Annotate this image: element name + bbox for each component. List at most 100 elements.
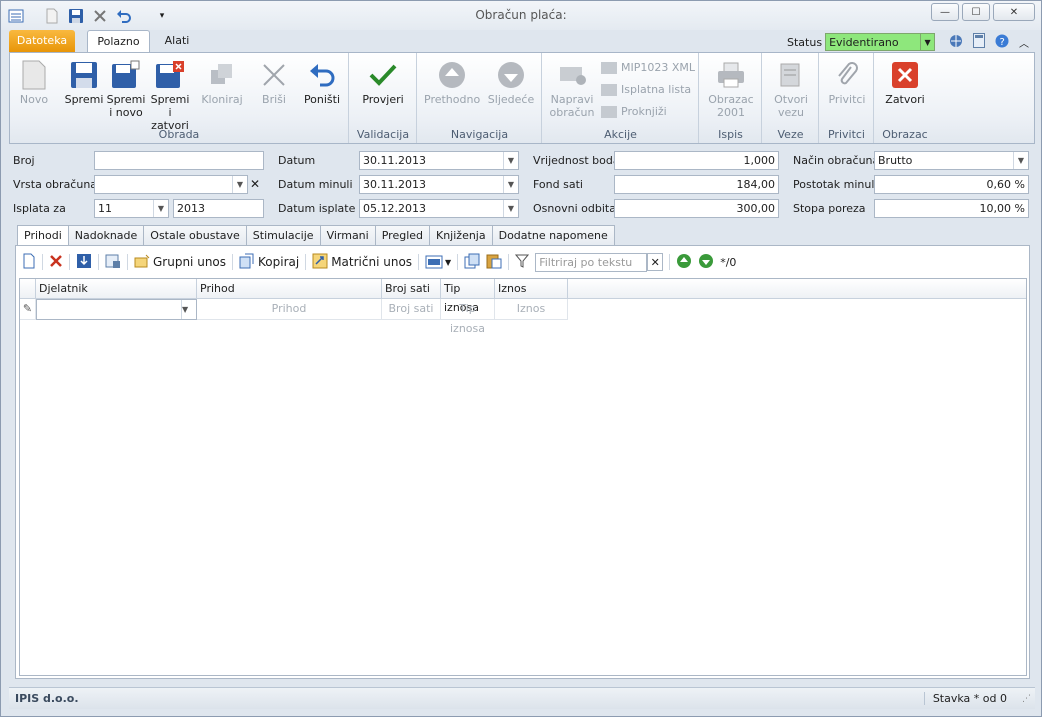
tab-virmani[interactable]: Virmani xyxy=(320,225,376,246)
matricni-unos-button[interactable]: Matrični unos xyxy=(312,253,412,272)
move-up-icon[interactable] xyxy=(676,253,692,272)
chevron-down-icon[interactable]: ▼ xyxy=(232,176,247,193)
novo-button[interactable]: Novo xyxy=(16,57,52,106)
zatvori-button[interactable]: Zatvori xyxy=(881,57,929,106)
napravi-obracun-button[interactable]: Napravi obračun xyxy=(547,57,597,119)
spremi-i-novo-button[interactable]: Spremi i novo xyxy=(106,57,146,119)
export-xls-icon[interactable]: ▼ xyxy=(425,255,451,269)
column-header-djelatnik[interactable]: Djelatnik xyxy=(36,279,197,299)
filter-icon[interactable] xyxy=(515,253,530,272)
datum-minuli-input[interactable]: 30.11.2013 ▼ xyxy=(359,175,519,194)
fond-sati-input[interactable]: 184,00 xyxy=(614,175,779,194)
vrsta-combo[interactable]: ▼ xyxy=(94,175,248,194)
datum-input[interactable]: 30.11.2013 ▼ xyxy=(359,151,519,170)
tab-dodatne-napomene[interactable]: Dodatne napomene xyxy=(492,225,615,246)
chevron-down-icon[interactable]: ▼ xyxy=(503,176,518,193)
group-label: Ispis xyxy=(718,128,743,141)
broj-input[interactable] xyxy=(94,151,264,170)
isplata-year-input[interactable]: 2013 xyxy=(173,199,264,218)
save-icon xyxy=(68,59,100,91)
filter-input[interactable]: Filtriraj po tekstu xyxy=(535,252,648,272)
datum-value: 30.11.2013 xyxy=(363,154,426,167)
status-label: Status xyxy=(787,35,823,49)
brisi-button[interactable]: Briši xyxy=(256,57,292,106)
close-window-button[interactable]: ✕ xyxy=(993,3,1035,21)
tab-datoteka[interactable]: Datoteka xyxy=(9,30,75,52)
stopa-poreza-input[interactable]: 10,00 % xyxy=(874,199,1029,218)
sljedece-button[interactable]: Sljedeće xyxy=(484,57,538,106)
chevron-down-icon[interactable]: ▼ xyxy=(153,200,168,217)
privitci-button[interactable]: Privitci xyxy=(824,57,870,106)
close-icon xyxy=(889,59,921,91)
chevron-down-icon[interactable]: ▼ xyxy=(1013,152,1028,169)
ponisti-button[interactable]: Poništi xyxy=(300,57,344,106)
clear-filter-icon[interactable]: ✕ xyxy=(647,253,664,271)
delete-row-icon[interactable] xyxy=(49,254,63,271)
prihodi-grid: Djelatnik Prihod Broj sati Tip iznosa Iz… xyxy=(19,278,1027,676)
group-veze: Otvori vezu Veze xyxy=(763,53,819,143)
tab-pregled[interactable]: Pregled xyxy=(375,225,430,246)
clear-icon[interactable]: ✕ xyxy=(250,177,260,191)
obrazac-2001-button[interactable]: Obrazac 2001 xyxy=(704,57,758,119)
maximize-button[interactable]: ☐ xyxy=(962,3,990,21)
minimize-button[interactable]: — xyxy=(931,3,959,21)
nacin-combo[interactable]: Brutto ▼ xyxy=(874,151,1029,170)
grupni-unos-button[interactable]: Grupni unos xyxy=(134,254,226,271)
djelatnik-combo[interactable]: ▼ xyxy=(36,299,197,320)
import-icon[interactable] xyxy=(76,253,92,272)
mip-xml-button[interactable]: MIP1023 XML xyxy=(601,61,695,74)
chevron-down-icon[interactable]: ▼ xyxy=(503,200,518,217)
tab-prihodi[interactable]: Prihodi xyxy=(17,225,69,247)
tab-ostale-obustave[interactable]: Ostale obustave xyxy=(144,225,247,246)
page-tabs: Prihodi Nadoknade Ostale obustave Stimul… xyxy=(17,225,615,247)
paste-icon[interactable] xyxy=(486,253,502,272)
tab-alati[interactable]: Alati xyxy=(156,30,198,52)
osnovni-odbitak-input[interactable]: 300,00 xyxy=(614,199,779,218)
group-akcije: Napravi obračun MIP1023 XML Isplatna lis… xyxy=(543,53,699,143)
new-row-icon[interactable] xyxy=(22,253,36,272)
collapse-ribbon-icon[interactable]: ︿ xyxy=(1019,35,1029,50)
calculator-icon[interactable] xyxy=(973,33,985,51)
tab-knjizenja[interactable]: Knjiženja xyxy=(430,225,493,246)
column-header-tip-iznosa[interactable]: Tip iznosa xyxy=(441,279,495,314)
copy-rows-icon[interactable] xyxy=(464,253,480,272)
tab-polazno[interactable]: Polazno xyxy=(87,30,150,53)
status-combo[interactable]: Evidentirano ▼ xyxy=(825,33,936,51)
iznos-cell[interactable]: Iznos xyxy=(495,299,568,320)
broj-sati-cell[interactable]: Broj sati xyxy=(382,299,441,320)
provjeri-button[interactable]: Provjeri xyxy=(358,57,408,106)
edit-pencil-icon: ✎ xyxy=(20,299,36,320)
spremi-i-zatvori-button[interactable]: Spremi i zatvori xyxy=(148,57,192,132)
resize-grip-icon[interactable]: ⋰ xyxy=(1022,694,1031,704)
chevron-down-icon[interactable]: ▼ xyxy=(445,258,451,267)
globe-icon[interactable] xyxy=(949,34,963,51)
chevron-down-icon[interactable]: ▼ xyxy=(181,300,196,319)
clone-icon xyxy=(206,59,238,91)
kopiraj-button[interactable]: Kopiraj xyxy=(239,253,299,272)
chevron-down-icon[interactable]: ▼ xyxy=(920,34,934,50)
tab-nadoknade[interactable]: Nadoknade xyxy=(68,225,145,246)
isplatna-lista-button[interactable]: Isplatna lista xyxy=(601,83,691,96)
calculator-grid-icon[interactable] xyxy=(105,253,121,272)
vrijednost-boda-input[interactable]: 1,000 xyxy=(614,151,779,170)
column-header-broj-sati[interactable]: Broj sati xyxy=(382,279,441,299)
postotak-minuli-input[interactable]: 0,60 % xyxy=(874,175,1029,194)
group-label: Veze xyxy=(777,128,804,141)
isplata-month-combo[interactable]: 11 ▼ xyxy=(94,199,169,218)
otvori-vezu-button[interactable]: Otvori vezu xyxy=(767,57,815,119)
status-bar: IPIS d.o.o. Stavka * od 0 ⋰ xyxy=(9,687,1035,709)
chevron-down-icon[interactable]: ▼ xyxy=(503,152,518,169)
tip-iznosa-cell[interactable]: Tip iznosa xyxy=(441,299,495,335)
spremi-button[interactable]: Spremi xyxy=(64,57,104,106)
datum-isplate-input[interactable]: 05.12.2013 ▼ xyxy=(359,199,519,218)
tab-stimulacije[interactable]: Stimulacije xyxy=(246,225,321,246)
move-down-icon[interactable] xyxy=(698,253,714,272)
kloniraj-button[interactable]: Kloniraj xyxy=(200,57,244,106)
help-icon[interactable]: ? xyxy=(995,34,1009,51)
column-header-iznos[interactable]: Iznos xyxy=(495,279,568,299)
ribbon-tabs: Datoteka Polazno Alati Status Evidentira… xyxy=(1,30,1041,53)
prihod-cell[interactable]: Prihod xyxy=(197,299,382,320)
proknjizi-button[interactable]: Proknjiži xyxy=(601,105,667,118)
column-header-prihod[interactable]: Prihod xyxy=(197,279,382,299)
prethodno-button[interactable]: Prethodno xyxy=(424,57,480,106)
